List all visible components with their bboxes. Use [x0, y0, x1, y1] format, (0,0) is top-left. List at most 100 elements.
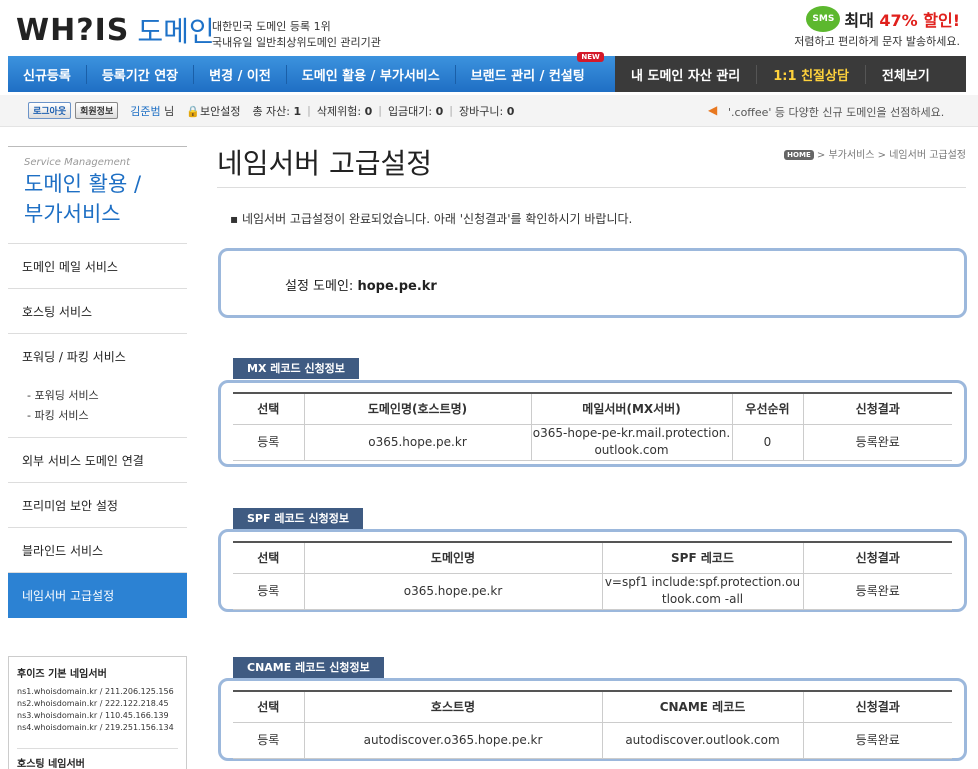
nav-account-menu: 내 도메인 자산 관리 1:1 친절상담 전체보기 [615, 56, 966, 92]
title-divider [217, 187, 966, 188]
cname-section-tag: CNAME 레코드 신청정보 [233, 657, 384, 678]
mx-record-table: 선택 도메인명(호스트명) 메일서버(MX서버) 우선순위 신청결과 등록 o3… [233, 392, 952, 461]
table-cell: o365.hope.pe.kr [303, 424, 531, 461]
cart-value: 0 [506, 104, 515, 118]
sidebar-subitem-forwarding[interactable]: - 포워딩 서비스 [27, 386, 187, 406]
promo-prefix: 최대 [844, 11, 874, 30]
table-row: 등록 autodiscover.o365.hope.pe.kr autodisc… [233, 722, 952, 759]
tagline: 대한민국 도메인 등록 1위 국내유일 일반최상위도메인 관리기관 [212, 19, 381, 51]
table-cell: autodiscover.outlook.com [601, 722, 803, 759]
completion-message: ▪ 네임서버 고급설정이 완료되었습니다. 아래 '신청결과'를 확인하시기 바… [230, 210, 632, 227]
total-label: 총 자산: [252, 104, 290, 118]
ns-hosting-title: 호스팅 네임서버 [17, 748, 178, 769]
divider: | [378, 104, 382, 117]
tagline-line-1: 대한민국 도메인 등록 1위 [212, 20, 331, 33]
security-label: 보안설정 [199, 104, 241, 118]
user-name[interactable]: 김준범 님 [130, 103, 174, 119]
ns-line-1: ns1.whoisdomain.kr / 211.206.125.156 [17, 687, 174, 696]
setting-domain-line: 설정 도메인: hope.pe.kr [285, 275, 437, 294]
nav-brand-label: 브랜드 관리 / 컨설팅 [470, 68, 585, 84]
sidebar-item-domain-mail[interactable]: 도메인 메일 서비스 [8, 244, 187, 289]
sidebar-title-line-2: 부가서비스 [24, 202, 121, 226]
setting-domain-label: 설정 도메인: [285, 279, 354, 294]
tagline-line-2: 국내유일 일반최상위도메인 관리기관 [212, 36, 381, 49]
total-assets[interactable]: 총 자산: 1 [252, 103, 301, 119]
sidebar-title-line-1: 도메인 활용 / [24, 172, 142, 196]
column-header: 도메인명(호스트명) [303, 392, 531, 425]
sidebar-subitem-parking[interactable]: - 파킹 서비스 [27, 406, 187, 426]
pending-label: 입금대기: [387, 104, 433, 118]
table-header-row: 선택 도메인명(호스트명) 메일서버(MX서버) 우선순위 신청결과 [233, 392, 952, 425]
nav-domain-services[interactable]: 도메인 활용 / 부가서비스 [285, 64, 455, 84]
nav-brand-consulting[interactable]: 브랜드 관리 / 컨설팅 NEW [454, 51, 604, 84]
sidebar-header: Service Management 도메인 활용 / 부가서비스 [8, 146, 187, 244]
breadcrumb-path[interactable]: > 부가서비스 > 네임서버 고급설정 [817, 150, 966, 161]
nav-new-registration[interactable]: 신규등록 [8, 65, 86, 84]
member-info-button[interactable]: 회원정보 [75, 102, 119, 119]
cname-record-box: 선택 호스트명 CNAME 레코드 신청결과 등록 autodiscover.o… [218, 678, 967, 761]
delete-label: 삭제위험: [316, 104, 362, 118]
column-header: CNAME 레코드 [601, 690, 803, 723]
cname-record-table: 선택 호스트명 CNAME 레코드 신청결과 등록 autodiscover.o… [233, 690, 952, 759]
mx-section-tag: MX 레코드 신청정보 [233, 358, 359, 379]
sidebar-item-nameserver-advanced[interactable]: 네임서버 고급설정 [8, 573, 187, 618]
column-header: SPF 레코드 [601, 541, 803, 574]
column-header: 신청결과 [802, 541, 952, 574]
shopping-cart[interactable]: 장바구니: 0 [459, 103, 514, 119]
sms-icon: SMS [806, 6, 841, 32]
whois-logo[interactable]: WH?IS 도메인 [16, 8, 215, 52]
table-cell: 등록완료 [802, 722, 952, 759]
home-icon[interactable]: HOME [784, 150, 814, 160]
user-suffix: 님 [164, 104, 175, 118]
sidebar-item-hosting[interactable]: 호스팅 서비스 [8, 289, 187, 334]
divider: | [307, 104, 311, 117]
sidebar-subitems: - 포워딩 서비스 - 파킹 서비스 [8, 379, 187, 438]
security-settings-link[interactable]: 🔒보안설정 [186, 103, 240, 119]
breadcrumb: HOME > 부가서비스 > 네임서버 고급설정 [784, 146, 966, 161]
spf-section-tag: SPF 레코드 신청정보 [233, 508, 363, 529]
pending-value: 0 [435, 104, 444, 118]
promo-sub: 저렴하고 편리하게 문자 발송하세요. [794, 35, 960, 48]
table-header-row: 선택 도메인명 SPF 레코드 신청결과 [233, 541, 952, 574]
nav-renewal[interactable]: 등록기간 연장 [85, 64, 193, 84]
notice-text[interactable]: '.coffee' 등 다양한 신규 도메인을 선점하세요. [728, 104, 944, 120]
nav-consultation[interactable]: 1:1 친절상담 [756, 64, 866, 84]
nav-my-domains[interactable]: 내 도메인 자산 관리 [615, 65, 756, 84]
pending-payment[interactable]: 입금대기: 0 [388, 103, 443, 119]
nav-change-transfer[interactable]: 변경 / 이전 [193, 64, 286, 84]
table-cell: 등록 [233, 573, 304, 610]
logout-button[interactable]: 로그아웃 [28, 102, 72, 119]
sidebar: Service Management 도메인 활용 / 부가서비스 도메인 메일… [8, 146, 187, 618]
total-value: 1 [293, 104, 302, 118]
setting-domain-box: 설정 도메인: hope.pe.kr [218, 248, 967, 318]
nameserver-info-box: 후이즈 기본 네임서버 ns1.whoisdomain.kr / 211.206… [8, 656, 187, 769]
delete-risk[interactable]: 삭제위험: 0 [317, 103, 372, 119]
column-header: 신청결과 [802, 690, 952, 723]
ns-title: 후이즈 기본 네임서버 [17, 669, 107, 680]
setting-domain-value: hope.pe.kr [357, 279, 437, 294]
table-cell: o365.hope.pe.kr [303, 573, 602, 610]
table-cell: autodiscover.o365.hope.pe.kr [303, 722, 602, 759]
column-header: 선택 [233, 690, 304, 723]
sms-promo-banner[interactable]: SMS 최대 47% 할인! 저렴하고 편리하게 문자 발송하세요. [794, 6, 960, 49]
bullet-icon: ▪ [230, 212, 242, 226]
promo-percent: 47% 할인! [879, 11, 960, 30]
sidebar-item-blind-service[interactable]: 블라인드 서비스 [8, 528, 187, 573]
user-name-text: 김준범 [130, 104, 161, 118]
sidebar-item-external-connect[interactable]: 외부 서비스 도메인 연결 [8, 438, 187, 483]
ns-line-3: ns3.whoisdomain.kr / 110.45.166.139 [17, 711, 169, 720]
nav-service-menu: 신규등록 등록기간 연장 변경 / 이전 도메인 활용 / 부가서비스 브랜드 … [8, 51, 615, 92]
table-cell: v=spf1 include:spf.protection.outlook.co… [601, 573, 803, 610]
table-cell: o365-hope-pe-kr.mail.protection.outlook.… [530, 424, 732, 461]
table-header-row: 선택 호스트명 CNAME 레코드 신청결과 [233, 690, 952, 723]
column-header: 신청결과 [802, 392, 952, 425]
nav-view-all[interactable]: 전체보기 [866, 65, 946, 84]
sidebar-item-forwarding-parking[interactable]: 포워딩 / 파킹 서비스 [8, 334, 187, 379]
column-header: 메일서버(MX서버) [530, 392, 732, 425]
main-nav: 신규등록 등록기간 연장 변경 / 이전 도메인 활용 / 부가서비스 브랜드 … [8, 51, 966, 92]
column-header: 우선순위 [731, 392, 803, 425]
column-header: 선택 [233, 392, 304, 425]
new-badge: NEW [577, 51, 604, 62]
ns-line-4: ns4.whoisdomain.kr / 219.251.156.134 [17, 723, 174, 732]
sidebar-item-premium-security[interactable]: 프리미엄 보안 설정 [8, 483, 187, 528]
